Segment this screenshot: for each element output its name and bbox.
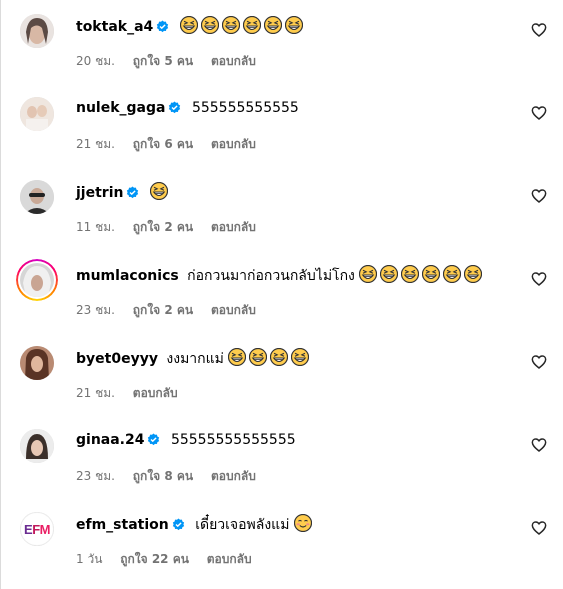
grinning-squinting-emoji-icon (291, 347, 310, 371)
comment-item: EFM efm_station เดี๋ยวเจอพลังแม่ 1 วัน ถ… (0, 498, 563, 581)
emoji-group (293, 513, 315, 533)
grinning-squinting-emoji-icon (270, 347, 289, 371)
comment-item: toktak_a4 20 ชม. ถูกใจ 5 คน ตอบกลับ (0, 0, 563, 83)
comment-item: byet0eyyy งงมากแม่ 21 ชม. ตอบกลับ (0, 332, 563, 415)
comment-text: งงมากแม่ (166, 351, 224, 367)
comment-likes[interactable]: ถูกใจ 2 คน (133, 303, 193, 317)
comment-item: mumlaconics ก่อกวนมาก่อกวนกลับไม่โกง 23 … (0, 249, 563, 332)
grinning-squinting-emoji-icon (249, 347, 268, 371)
avatar-story-ring[interactable] (16, 259, 58, 301)
comment-time[interactable]: 1 วัน (76, 552, 102, 566)
emoji-group (149, 181, 171, 201)
comment-time[interactable]: 11 ชม. (76, 220, 115, 234)
comment-time[interactable]: 23 ชม. (76, 469, 115, 483)
emoji-group (228, 347, 312, 367)
like-heart-icon[interactable] (531, 22, 547, 38)
comment-item: jjetrin 11 ชม. ถูกใจ 2 คน ตอบกลับ (0, 166, 563, 249)
emoji-group (359, 264, 485, 284)
grinning-squinting-emoji-icon (380, 264, 399, 288)
comment-username[interactable]: ginaa.24 (76, 432, 144, 448)
grinning-squinting-emoji-icon (242, 15, 261, 39)
comment-username[interactable]: byet0eyyy (76, 351, 158, 367)
comment-time[interactable]: 21 ชม. (76, 386, 115, 400)
like-heart-icon[interactable] (531, 520, 547, 536)
comment-username[interactable]: toktak_a4 (76, 19, 153, 35)
comment-likes[interactable]: ถูกใจ 8 คน (133, 469, 193, 483)
verified-badge-icon (168, 101, 181, 119)
reply-button[interactable]: ตอบกลับ (211, 220, 256, 234)
comment-text: 555555555555 (191, 100, 299, 116)
avatar[interactable] (20, 97, 54, 131)
grinning-squinting-emoji-icon (284, 15, 303, 39)
grinning-squinting-emoji-icon (200, 15, 219, 39)
grinning-squinting-emoji-icon (464, 264, 483, 288)
efm-logo-avatar[interactable]: EFM (20, 512, 54, 546)
reply-button[interactable]: ตอบกลับ (207, 552, 252, 566)
reply-button[interactable]: ตอบกลับ (133, 386, 178, 400)
grinning-squinting-emoji-icon (263, 15, 282, 39)
reply-button[interactable]: ตอบกลับ (211, 303, 256, 317)
avatar[interactable] (20, 14, 54, 48)
avatar[interactable] (20, 180, 54, 214)
comment-text: เดี๋ยวเจอพลังแม่ (195, 517, 290, 533)
efm-logo: EFM (20, 512, 54, 546)
comment-likes[interactable]: ถูกใจ 5 คน (133, 54, 193, 68)
reply-button[interactable]: ตอบกลับ (211, 469, 256, 483)
comment-username[interactable]: mumlaconics (76, 268, 179, 284)
grinning-squinting-emoji-icon (359, 264, 378, 288)
like-heart-icon[interactable] (531, 354, 547, 370)
grinning-squinting-emoji-icon (179, 15, 198, 39)
like-heart-icon[interactable] (531, 188, 547, 204)
grinning-squinting-emoji-icon (443, 264, 462, 288)
comment-item: nulek_gaga 555555555555 21 ชม. ถูกใจ 6 ค… (0, 83, 563, 166)
grinning-squinting-emoji-icon (221, 15, 240, 39)
comment-username[interactable]: nulek_gaga (76, 100, 165, 116)
grinning-squinting-emoji-icon (228, 347, 247, 371)
reply-button[interactable]: ตอบกลับ (211, 137, 256, 151)
emoji-group (179, 15, 306, 35)
comment-username[interactable]: jjetrin (76, 185, 123, 201)
verified-badge-icon (147, 433, 160, 451)
comment-likes[interactable]: ถูกใจ 6 คน (133, 137, 193, 151)
avatar[interactable] (20, 346, 54, 380)
comment-time[interactable]: 20 ชม. (76, 54, 115, 68)
comment-likes[interactable]: ถูกใจ 2 คน (133, 220, 193, 234)
comment-text: ก่อกวนมาก่อกวนกลับไม่โกง (187, 268, 355, 284)
like-heart-icon[interactable] (531, 437, 547, 453)
grinning-squinting-emoji-icon (422, 264, 441, 288)
verified-badge-icon (156, 20, 169, 38)
like-heart-icon[interactable] (531, 271, 547, 287)
verified-badge-icon (126, 186, 139, 204)
grinning-squinting-emoji-icon (401, 264, 420, 288)
comment-likes[interactable]: ถูกใจ 22 คน (120, 552, 189, 566)
grinning-squinting-emoji-icon (149, 181, 169, 205)
comment-item: ginaa.24 55555555555555 23 ชม. ถูกใจ 8 ค… (0, 415, 563, 498)
avatar[interactable] (20, 429, 54, 463)
comment-time[interactable]: 23 ชม. (76, 303, 115, 317)
comment-username[interactable]: efm_station (76, 517, 169, 533)
smiling-blush-emoji-icon (293, 513, 312, 537)
comment-text: 55555555555555 (170, 432, 296, 448)
like-heart-icon[interactable] (531, 105, 547, 121)
reply-button[interactable]: ตอบกลับ (211, 54, 256, 68)
comment-time[interactable]: 21 ชม. (76, 137, 115, 151)
verified-badge-icon (172, 518, 185, 536)
